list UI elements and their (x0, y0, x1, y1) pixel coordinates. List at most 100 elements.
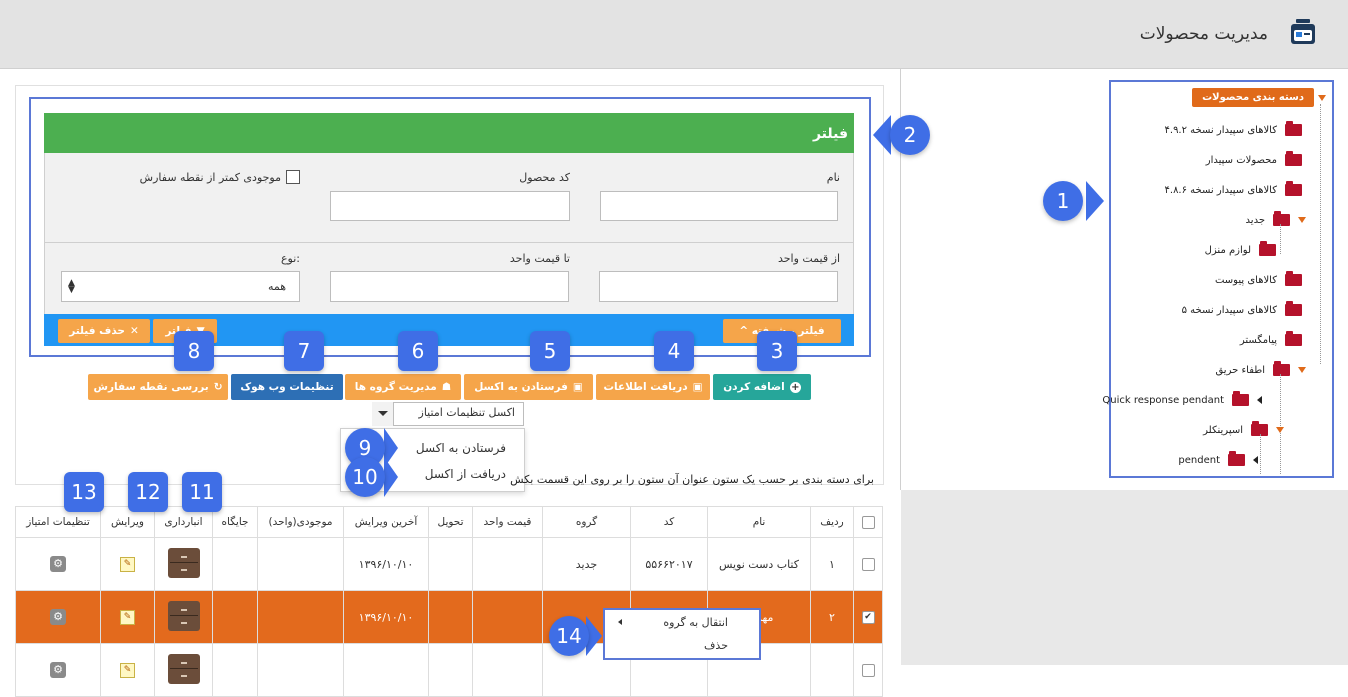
tree-item-label: محصولات سپیدار (1205, 154, 1277, 166)
badge-3: 3 (757, 331, 797, 371)
badge-10: 10 (345, 457, 385, 497)
expand-icon[interactable] (1276, 427, 1284, 433)
clear-filter-label: حذف فیلتر (69, 325, 125, 337)
tree-item-label: اسپرینکلر (1203, 424, 1243, 436)
expand-icon[interactable] (1318, 95, 1326, 101)
row-checkbox[interactable] (861, 557, 875, 571)
col-header[interactable]: موجودی(واحد) (257, 506, 344, 538)
edit-icon[interactable]: ✎ (120, 557, 135, 572)
refresh-icon: ↻ (213, 381, 223, 393)
col-header[interactable]: کد (630, 506, 708, 538)
badge-7: 7 (284, 331, 324, 371)
name-label: نام (826, 171, 840, 184)
clear-filter-button[interactable]: حذف فیلتر ✕ (58, 319, 150, 343)
gear-icon[interactable]: ⚙ (50, 662, 66, 678)
row-checkbox[interactable] (861, 610, 875, 624)
tree-item[interactable]: pendent (1178, 451, 1258, 466)
cell-code: ۵۵۶۶۲۰۱۷ (630, 537, 708, 591)
tree-item[interactable]: لوازم منزل (1205, 241, 1276, 256)
cell-location (212, 537, 258, 591)
col-header[interactable]: ردیف (810, 506, 854, 538)
type-select-value: همه (267, 280, 286, 293)
category-tree: دسته بندی محصولات کالاهای سپیدار نسخه ۴.… (1102, 80, 1334, 478)
tree-item[interactable]: کالاهای پیوست (1215, 271, 1302, 286)
col-header[interactable]: تحویل (428, 506, 473, 538)
reorder-check-button[interactable]: بررسی نقطه سفارش ↻ (88, 374, 228, 400)
collapse-icon[interactable] (1257, 396, 1262, 404)
excel-select-value: اکسل تنظیمات امتیاز (418, 406, 515, 419)
add-label: اضافه کردن (723, 381, 785, 393)
folder-icon (1259, 241, 1276, 256)
tree-item[interactable]: جدید (1246, 211, 1306, 226)
tree-item[interactable]: کالاهای سپیدار نسخه ۴.۹.۲ (1165, 121, 1302, 136)
tree-item[interactable]: اسپرینکلر (1203, 421, 1284, 436)
edit-icon[interactable]: ✎ (120, 663, 135, 678)
tree-item[interactable]: کالاهای سپیدار نسخه ۴.۸.۶ (1165, 181, 1302, 196)
collapse-icon[interactable] (1253, 456, 1258, 464)
folder-icon (1285, 271, 1302, 286)
badge-pointer (873, 115, 891, 155)
dropdown-toggle[interactable] (372, 402, 394, 426)
filter-header (44, 113, 854, 153)
menu-item-import-excel[interactable]: دریافت از اکسل (425, 467, 506, 481)
badge-pointer (384, 457, 398, 497)
low-stock-checkbox[interactable] (286, 170, 300, 184)
clear-filter-icon: ✕ (129, 325, 139, 337)
row-checkbox[interactable] (861, 663, 875, 677)
menu-item-export-excel[interactable]: فرستادن به اکسل (416, 441, 506, 455)
expand-icon[interactable] (1298, 217, 1306, 223)
low-stock-label: موجودی کمتر از نقطه سفارش (139, 171, 281, 184)
cell-name: کتاب دست نویس (707, 537, 811, 591)
type-select[interactable] (61, 271, 300, 302)
product-management-icon (1287, 16, 1319, 48)
tree-guide (1320, 104, 1321, 364)
select-all-cell[interactable] (853, 506, 883, 538)
webhook-label: تنظیمات وب هوک (240, 381, 334, 393)
name-input[interactable] (600, 191, 838, 221)
export-label: فرستادن به اکسل (474, 381, 568, 393)
tree-root[interactable]: دسته بندی محصولات (1192, 88, 1314, 107)
warehouse-icon[interactable] (167, 653, 200, 684)
warehouse-icon[interactable] (167, 600, 200, 631)
edit-icon[interactable]: ✎ (120, 610, 135, 625)
users-icon: ☗ (441, 381, 452, 393)
to-price-label: تا قیمت واحد (509, 252, 570, 265)
col-header[interactable]: جایگاه (212, 506, 258, 538)
tree-item[interactable]: کالاهای سپیدار نسخه ۵ (1181, 301, 1302, 316)
tree-item[interactable]: Quick response pendant (1102, 391, 1262, 406)
table-row[interactable]: ⚙ ✎ ۱۳۹۶/۱۰/۱۰ جدید ۵۵۶۶۲۰۱۷ کتاب دست نو… (15, 537, 883, 591)
warehouse-icon[interactable] (167, 547, 200, 578)
add-button[interactable]: اضافه کردن + (713, 374, 811, 400)
webhook-settings-button[interactable]: تنظیمات وب هوک (231, 374, 343, 400)
expand-icon[interactable] (1298, 367, 1306, 373)
manage-groups-button[interactable]: مدیریت گروه ها ☗ (345, 374, 461, 400)
gear-icon[interactable]: ⚙ (50, 556, 66, 572)
from-price-input[interactable] (599, 271, 838, 302)
menu-item-move-to-group[interactable]: انتقال به گروه (663, 616, 728, 629)
col-header[interactable]: آخرین ویرایش (343, 506, 429, 538)
folder-icon (1273, 211, 1290, 226)
col-header[interactable]: قیمت واحد (472, 506, 543, 538)
cell-stock (257, 537, 344, 591)
cell-location (212, 590, 258, 644)
folder-icon (1273, 361, 1290, 376)
col-header[interactable]: نام (707, 506, 811, 538)
to-price-input[interactable] (330, 271, 569, 302)
badge-2: 2 (890, 115, 930, 155)
badge-13: 13 (64, 472, 104, 512)
groups-label: مدیریت گروه ها (354, 381, 437, 393)
tree-guide (1280, 224, 1281, 254)
tree-item[interactable]: محصولات سپیدار (1205, 151, 1302, 166)
cell-price (472, 590, 543, 644)
tree-item[interactable]: پیامگستر (1240, 331, 1302, 346)
gear-icon[interactable]: ⚙ (50, 609, 66, 625)
code-input[interactable] (330, 191, 570, 221)
col-header[interactable]: گروه (542, 506, 631, 538)
tree-item[interactable]: اطفاء حریق (1215, 361, 1306, 376)
select-all-checkbox[interactable] (861, 515, 875, 529)
menu-item-delete[interactable]: حذف (704, 639, 728, 652)
export-excel-button[interactable]: فرستادن به اکسل ▣ (464, 374, 593, 400)
tree-item-label: کالاهای سپیدار نسخه ۵ (1181, 304, 1277, 316)
tree-item-label: Quick response pendant (1102, 394, 1224, 406)
import-button[interactable]: دریافت اطلاعات ▣ (596, 374, 710, 400)
